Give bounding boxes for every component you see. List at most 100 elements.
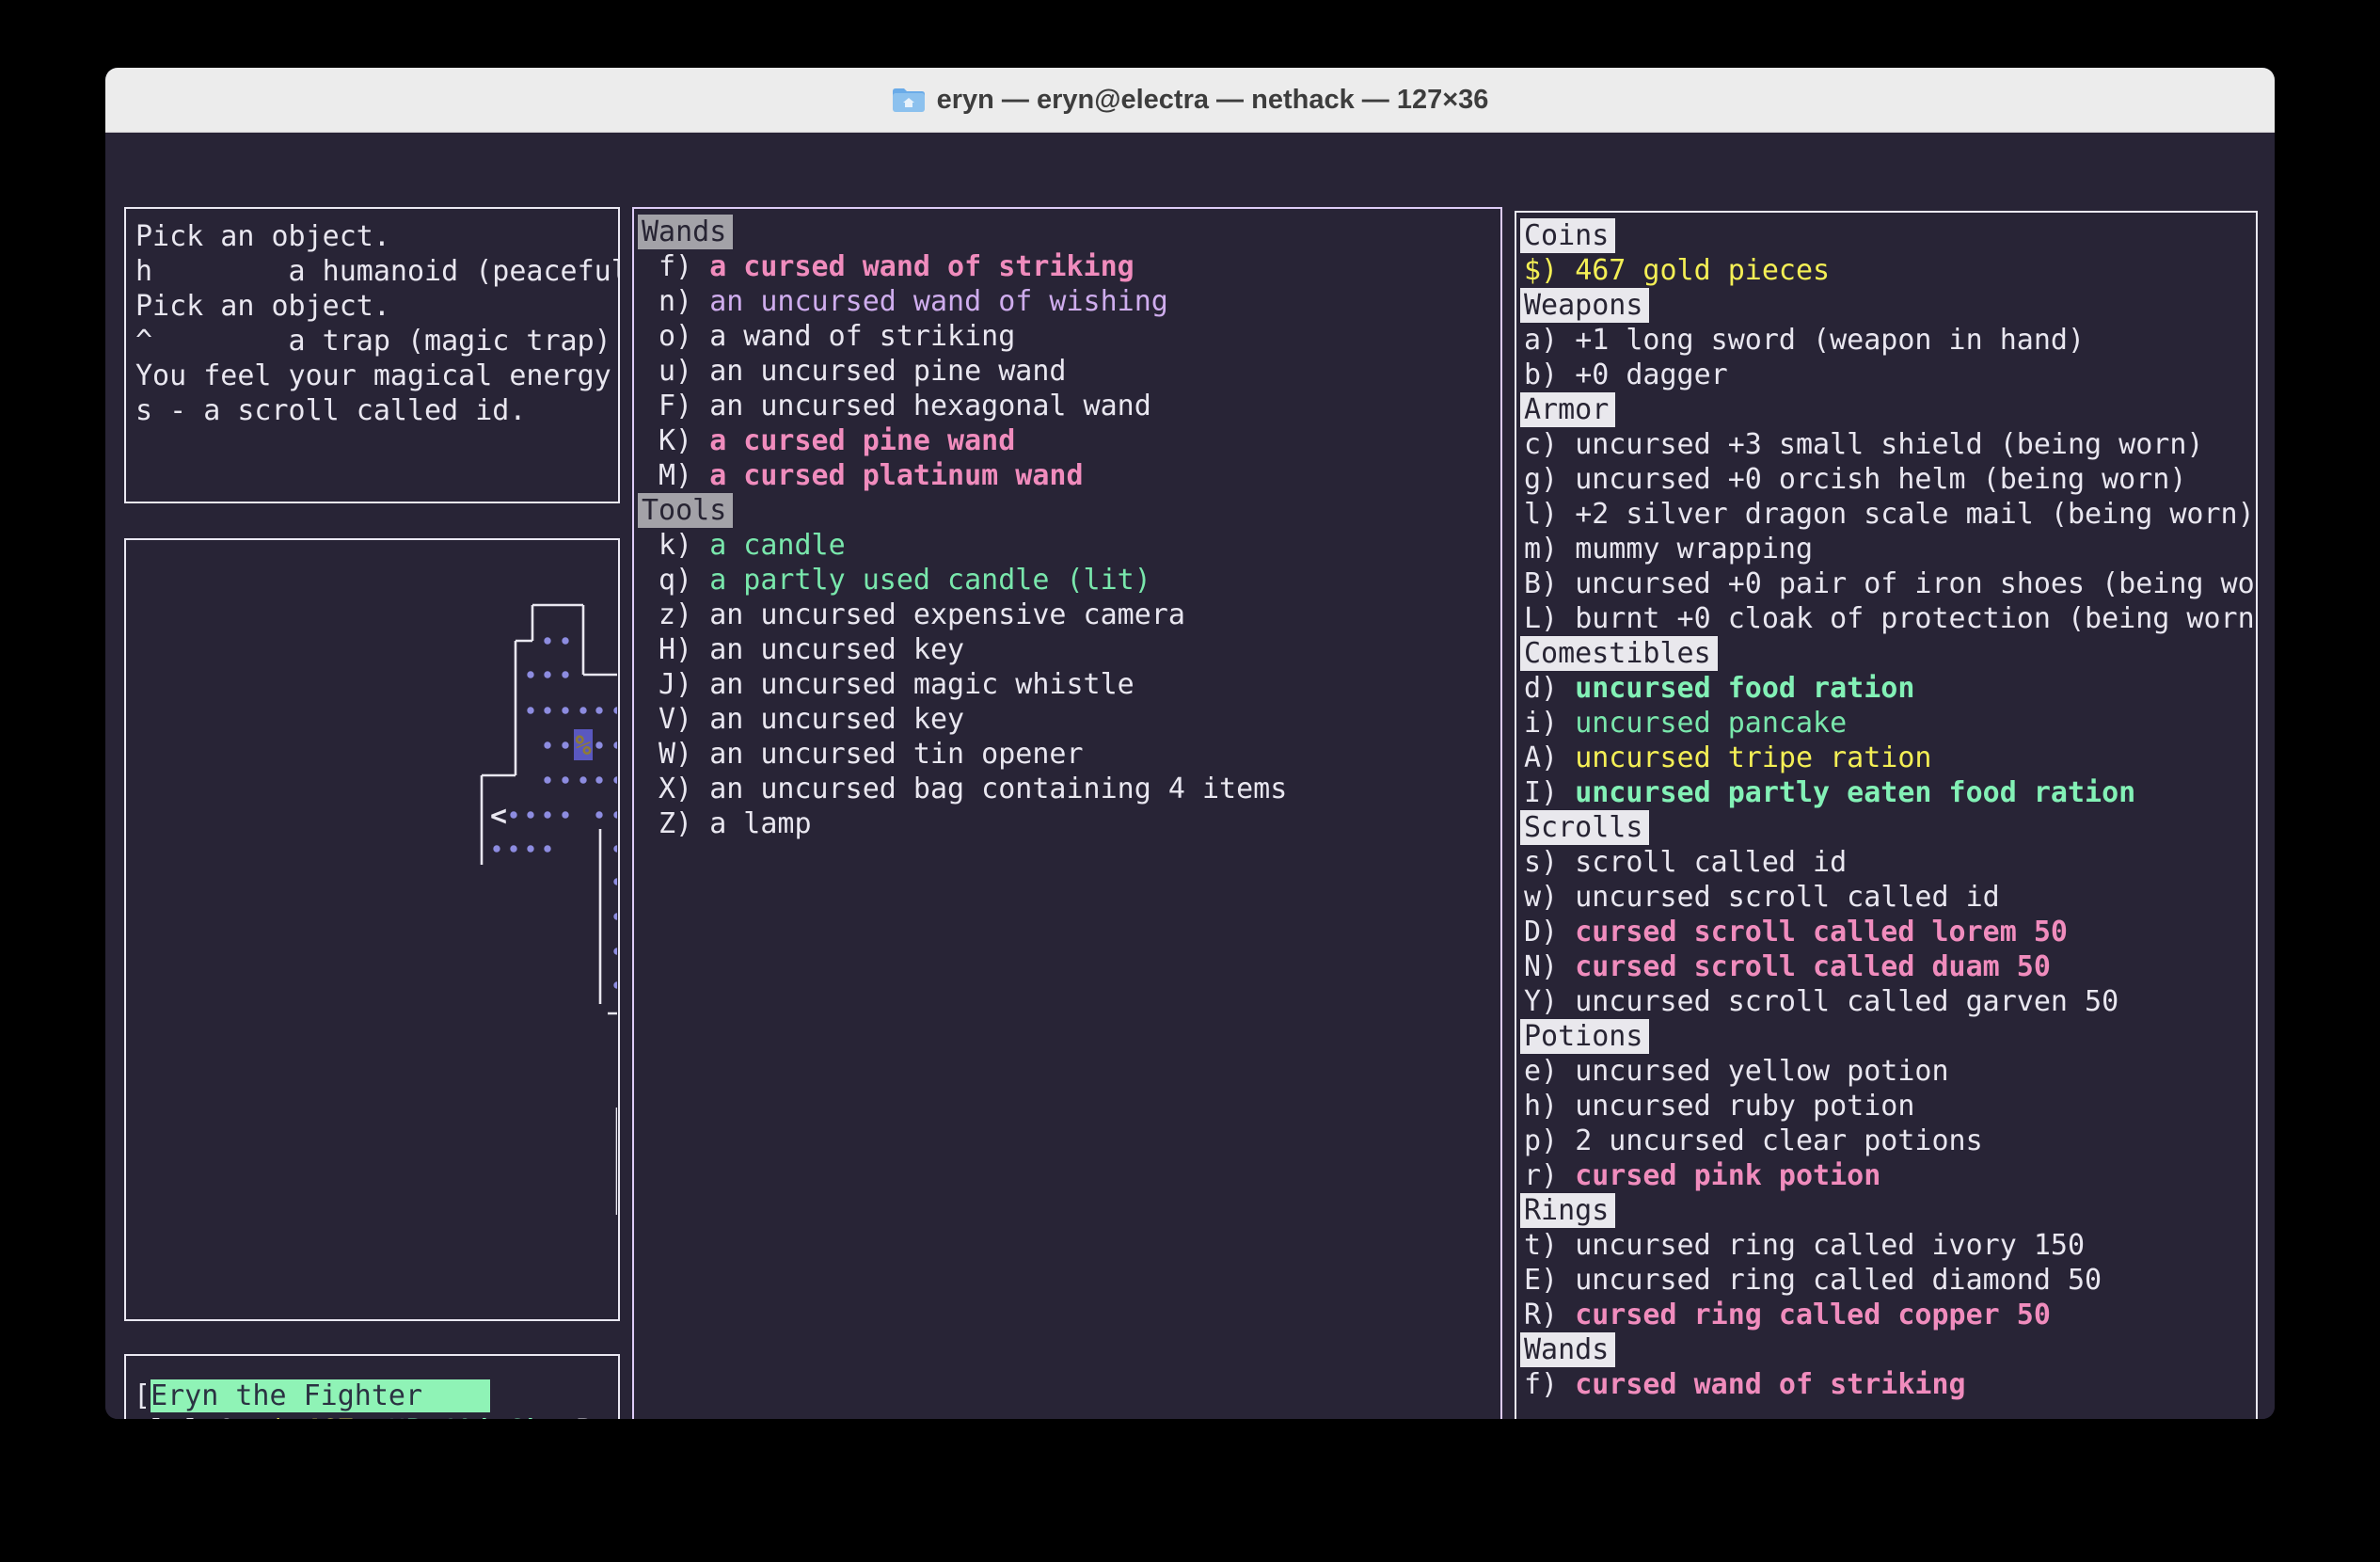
menu-item-row[interactable]: q) a partly used candle (lit): [642, 563, 1500, 598]
menu-item-key: R): [1524, 1299, 1575, 1331]
menu-header-label: Scrolls: [1520, 810, 1649, 845]
menu-item-label: uncursed +0 orcish helm (being worn): [1575, 463, 2186, 496]
menu-item-row: i) uncursed pancake: [1524, 706, 2256, 741]
menu-item-label: a wand of striking: [709, 320, 1015, 353]
menu-item-row: e) uncursed yellow potion: [1524, 1054, 2256, 1089]
menu-item-row[interactable]: n) an uncursed wand of wishing: [642, 284, 1500, 319]
status-segment: [235, 1414, 269, 1419]
menu-item-row[interactable]: W) an uncursed tin opener: [642, 737, 1500, 772]
message-line: You feel your magical energy: [135, 359, 618, 393]
menu-header-label: Rings: [1520, 1193, 1615, 1228]
menu-item-row: w) uncursed scroll called id: [1524, 880, 2256, 915]
menu-header-label: Potions: [1520, 1019, 1649, 1054]
menu-item-row[interactable]: H) an uncursed key: [642, 632, 1500, 667]
menu-item-row: B) uncursed +0 pair of iron shoes (being…: [1524, 566, 2256, 601]
menu-item-key: g): [1524, 463, 1575, 496]
status-segment: [: [134, 1379, 151, 1412]
menu-item-label: uncursed scroll called id: [1575, 881, 2000, 914]
menu-item-row: s) scroll called id: [1524, 845, 2256, 880]
menu-item-key: F): [658, 390, 709, 422]
menu-item-row[interactable]: u) an uncursed pine wand: [642, 354, 1500, 389]
menu-item-key: a): [1524, 324, 1575, 357]
menu-item-key: q): [658, 564, 709, 597]
menu-item-row: D) cursed scroll called lorem 50: [1524, 915, 2256, 949]
menu-header-row: Wands: [1524, 1332, 2256, 1367]
title-bar[interactable]: eryn — eryn@electra — nethack — 127×36: [105, 68, 2275, 133]
menu-item-label: a lamp: [709, 807, 811, 840]
menu-item-label: uncursed scroll called garven 50: [1575, 985, 2118, 1018]
menu-item-label: cursed scroll called lorem 50: [1575, 916, 2068, 948]
menu-item-row[interactable]: J) an uncursed magic whistle: [642, 667, 1500, 702]
menu-item-label: uncursed partly eaten food ration: [1575, 776, 2135, 809]
status-line-name: [Eryn the Fighter: [134, 1379, 618, 1413]
menu-header-label: Armor: [1520, 392, 1615, 427]
message-panel: Pick an object.h a humanoid (peacefulPic…: [124, 207, 620, 503]
menu-item-row: a) +1 long sword (weapon in hand): [1524, 323, 2256, 358]
menu-item-row[interactable]: X) an uncursed bag containing 4 items: [642, 772, 1500, 806]
terminal-window: eryn — eryn@electra — nethack — 127×36 P…: [105, 68, 2275, 1419]
menu-item-label: uncursed pancake: [1575, 707, 1847, 740]
window-title: eryn — eryn@electra — nethack — 127×36: [937, 85, 1489, 116]
menu-item-row[interactable]: z) an uncursed expensive camera: [642, 598, 1500, 632]
terminal-content[interactable]: Pick an object.h a humanoid (peacefulPic…: [105, 133, 2275, 1419]
menu-item-row: m) mummy wrapping: [1524, 532, 2256, 566]
menu-item-key: o): [658, 320, 709, 353]
menu-item-row: t) uncursed ring called ivory 150: [1524, 1228, 2256, 1263]
message-line: h a humanoid (peaceful: [135, 254, 618, 289]
menu-item-label: +1 long sword (weapon in hand): [1575, 324, 2085, 357]
menu-item-row[interactable]: Z) a lamp: [642, 806, 1500, 841]
menu-item-row[interactable]: k) a candle: [642, 528, 1500, 563]
menu-header-label: Coins: [1520, 218, 1615, 253]
menu-header-row: Rings: [1524, 1193, 2256, 1228]
menu-item-label: uncursed ring called ivory 150: [1575, 1229, 2085, 1262]
menu-item-key: b): [1524, 359, 1575, 391]
menu-item-key: p): [1524, 1124, 1575, 1157]
menu-item-label: 467 gold pieces: [1575, 254, 1830, 287]
menu-item-key: V): [658, 703, 709, 736]
menu-item-key: J): [658, 668, 709, 701]
menu-item-key: u): [658, 355, 709, 388]
menu-header-row: Comestibles: [1524, 636, 2256, 671]
menu-item-key: h): [1524, 1090, 1575, 1123]
menu-header-row: Weapons: [1524, 288, 2256, 323]
status-line-stats: Dlvl:9 $:467 HP:40(56) Pw:: [134, 1413, 618, 1419]
menu-item-row: I) uncursed partly eaten food ration: [1524, 775, 2256, 810]
menu-item-label: an uncursed magic whistle: [709, 668, 1134, 701]
menu-item-row: r) cursed pink potion: [1524, 1158, 2256, 1193]
menu-item-label: cursed pink potion: [1575, 1159, 1880, 1192]
menu-header-row: Tools: [642, 493, 1500, 528]
menu-item-label: an uncursed expensive camera: [709, 598, 1185, 631]
status-segment: (56): [473, 1414, 541, 1419]
menu-item-row[interactable]: M) a cursed platinum wand: [642, 458, 1500, 493]
menu-item-label: uncursed +3 small shield (being worn): [1575, 428, 2203, 461]
status-segment: $:467: [270, 1414, 355, 1419]
menu-item-key: t): [1524, 1229, 1575, 1262]
status-segment: [542, 1414, 576, 1419]
menu-item-label: +0 dagger: [1575, 359, 1728, 391]
menu-item-row: Y) uncursed scroll called garven 50: [1524, 984, 2256, 1019]
menu-item-key: z): [658, 598, 709, 631]
menu-item-row[interactable]: F) an uncursed hexagonal wand: [642, 389, 1500, 423]
menu-item-row: L) burnt +0 cloak of protection (being w…: [1524, 601, 2256, 636]
menu-item-row[interactable]: V) an uncursed key: [642, 702, 1500, 737]
menu-header-row: Coins: [1524, 218, 2256, 253]
status-segment: [355, 1414, 389, 1419]
status-segment: Eryn the Fighter: [151, 1379, 490, 1412]
menu-item-label: uncursed food ration: [1575, 672, 1914, 705]
menu-item-label: scroll called id: [1575, 846, 1847, 879]
menu-item-label: uncursed ring called diamond 50: [1575, 1264, 2102, 1297]
menu-item-label: uncursed yellow potion: [1575, 1055, 1948, 1088]
status-segment: HP:40: [389, 1414, 473, 1419]
menu-item-key: Z): [658, 807, 709, 840]
menu-item-row: $) 467 gold pieces: [1524, 253, 2256, 288]
menu-item-row[interactable]: o) a wand of striking: [642, 319, 1500, 354]
menu-item-row[interactable]: K) a cursed pine wand: [642, 423, 1500, 458]
menu-item-key: f): [658, 250, 709, 283]
menu-item-row: d) uncursed food ration: [1524, 671, 2256, 706]
menu-item-label: uncursed tripe ration: [1575, 741, 1931, 774]
dungeon-map: %<: [126, 540, 618, 1318]
menu-header-label: Wands: [638, 215, 733, 249]
menu-item-row: p) 2 uncursed clear potions: [1524, 1124, 2256, 1158]
message-line: ^ a trap (magic trap): [135, 324, 618, 359]
menu-item-row[interactable]: f) a cursed wand of striking: [642, 249, 1500, 284]
